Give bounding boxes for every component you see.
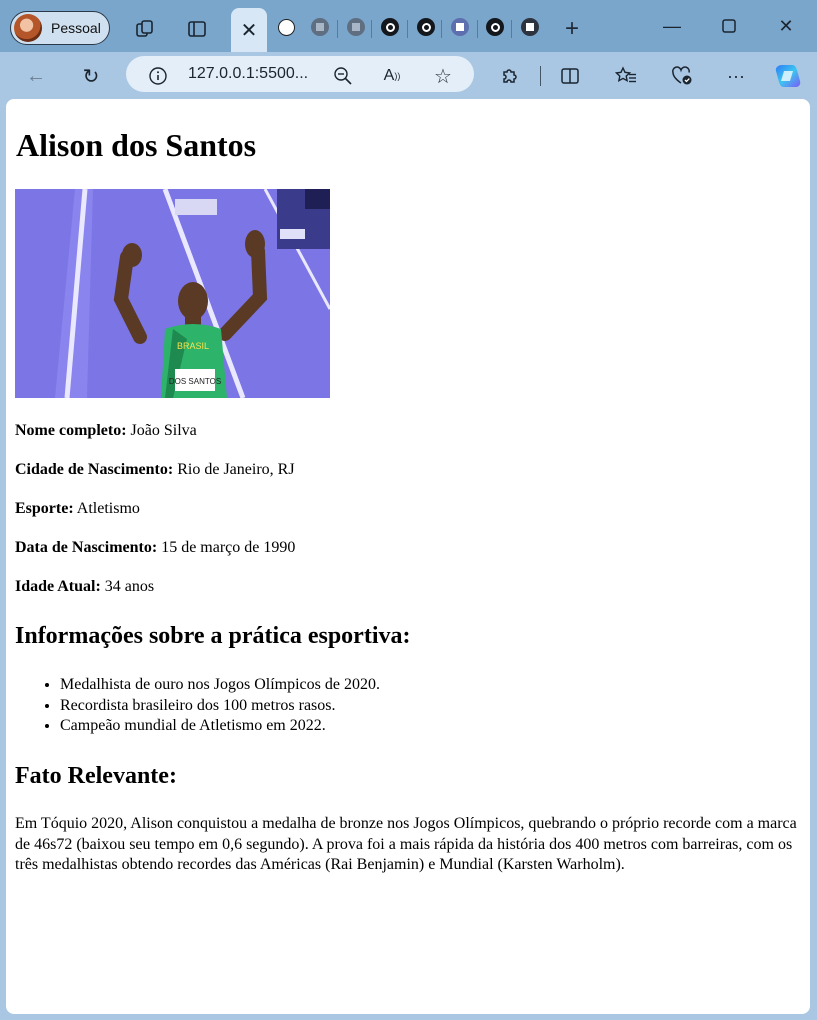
info-icon[interactable] bbox=[142, 60, 174, 92]
github-icon bbox=[381, 18, 399, 36]
maximize-icon[interactable] bbox=[709, 10, 749, 42]
detail-label: Esporte: bbox=[15, 500, 74, 517]
tab-chatgpt[interactable] bbox=[268, 9, 304, 45]
list-item: Campeão mundial de Atletismo em 2022. bbox=[60, 716, 380, 737]
tab-actions-icon[interactable] bbox=[178, 9, 216, 49]
more-icon[interactable]: ··· bbox=[720, 60, 752, 92]
puzzle-icon[interactable] bbox=[494, 60, 526, 92]
favorites-icon[interactable] bbox=[610, 60, 642, 92]
tab-favicon-icon bbox=[451, 18, 469, 36]
detail-esporte: Esporte: Atletismo bbox=[15, 500, 140, 518]
detail-value: João Silva bbox=[130, 422, 197, 439]
close-tab-icon[interactable]: ✕ bbox=[241, 18, 258, 43]
star-icon[interactable]: ☆ bbox=[427, 60, 459, 92]
profile-label: Pessoal bbox=[51, 20, 101, 36]
close-window-icon[interactable]: ✕ bbox=[766, 10, 806, 42]
profile-button[interactable]: Pessoal bbox=[10, 11, 110, 45]
bib-text: DOS SANTOS bbox=[169, 377, 221, 386]
page-title: Alison dos Santos bbox=[16, 127, 257, 163]
tab-6[interactable] bbox=[442, 9, 478, 45]
detail-label: Idade Atual: bbox=[15, 578, 101, 595]
detail-cidade: Cidade de Nascimento: Rio de Janeiro, RJ bbox=[15, 461, 295, 479]
tab-active[interactable]: ✕ bbox=[231, 8, 267, 52]
new-tab-button[interactable]: + bbox=[553, 9, 591, 49]
tab-favicon-icon bbox=[347, 18, 365, 36]
github-icon bbox=[417, 18, 435, 36]
detail-nome-completo: Nome completo: João Silva bbox=[15, 422, 197, 440]
avatar bbox=[14, 14, 42, 42]
athlete-photo: BRASIL DOS SANTOS bbox=[15, 189, 330, 398]
shirt-text: BRASIL bbox=[177, 341, 209, 351]
detail-label: Data de Nascimento: bbox=[15, 539, 158, 556]
detail-label: Nome completo: bbox=[15, 422, 127, 439]
minimize-icon[interactable]: — bbox=[652, 10, 692, 42]
fact-paragraph: Em Tóquio 2020, Alison conquistou a meda… bbox=[15, 815, 797, 874]
toolbar-separator bbox=[540, 66, 541, 86]
detail-label: Cidade de Nascimento: bbox=[15, 461, 174, 478]
detail-idade: Idade Atual: 34 anos bbox=[15, 578, 154, 596]
detail-data-nascimento: Data de Nascimento: 15 de março de 1990 bbox=[15, 539, 295, 557]
read-aloud-icon[interactable]: A)) bbox=[376, 60, 408, 92]
page-viewport: Alison dos Santos BRASIL DOS SANTOS Nome… bbox=[6, 99, 810, 1014]
tab-8[interactable] bbox=[512, 9, 548, 45]
tab-4[interactable] bbox=[372, 9, 408, 45]
detail-value: 34 anos bbox=[104, 578, 155, 595]
detail-value: 15 de março de 1990 bbox=[161, 539, 296, 556]
chatgpt-icon bbox=[277, 18, 295, 36]
url-text[interactable]: 127.0.0.1:5500... bbox=[188, 65, 308, 83]
back-arrow-icon[interactable]: ← bbox=[20, 60, 52, 92]
github-icon bbox=[486, 18, 504, 36]
browser-essentials-icon[interactable] bbox=[666, 60, 698, 92]
fact-heading: Fato Relevante: bbox=[15, 763, 177, 789]
tab-favicon-icon bbox=[311, 18, 329, 36]
sports-heading: Informações sobre a prática esportiva: bbox=[15, 623, 411, 649]
tab-5[interactable] bbox=[408, 9, 444, 45]
tab-favicon-icon bbox=[521, 18, 539, 36]
detail-value: Atletismo bbox=[76, 500, 140, 517]
split-screen-icon[interactable] bbox=[554, 60, 586, 92]
zoom-out-icon[interactable] bbox=[327, 60, 359, 92]
detail-value: Rio de Janeiro, RJ bbox=[177, 461, 295, 478]
sports-list: Medalhista de ouro nos Jogos Olímpicos d… bbox=[20, 675, 380, 737]
refresh-icon[interactable]: ↻ bbox=[75, 60, 107, 92]
list-item: Recordista brasileiro dos 100 metros ras… bbox=[60, 696, 380, 717]
copilot-icon[interactable] bbox=[772, 60, 804, 92]
list-item: Medalhista de ouro nos Jogos Olímpicos d… bbox=[60, 675, 380, 696]
tab-2[interactable] bbox=[302, 9, 338, 45]
workspaces-icon[interactable] bbox=[126, 9, 164, 49]
tab-7[interactable] bbox=[477, 9, 513, 45]
tab-3[interactable] bbox=[338, 9, 374, 45]
